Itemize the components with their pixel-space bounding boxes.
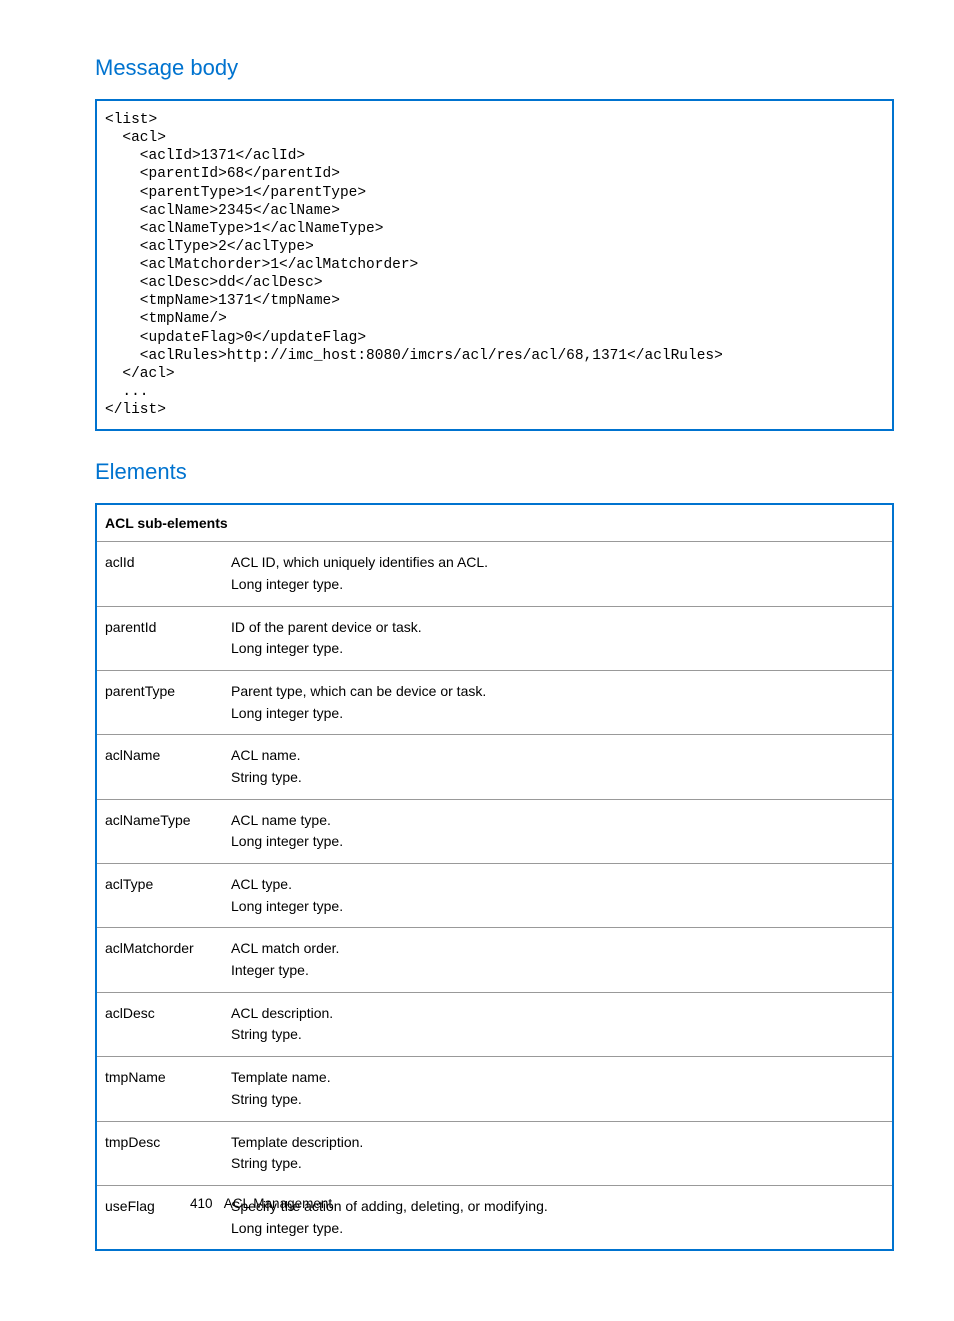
page: Message body <list> <acl> <aclId>1371</a…: [95, 55, 894, 1251]
element-name: parentType: [96, 670, 223, 734]
table-row: aclMatchorder ACL match order.Integer ty…: [96, 928, 893, 992]
element-desc: ACL ID, which uniquely identifies an ACL…: [223, 542, 893, 606]
footer-section: ACL Management: [224, 1196, 332, 1211]
element-name: aclMatchorder: [96, 928, 223, 992]
table-row: aclType ACL type.Long integer type.: [96, 864, 893, 928]
table-row: parentId ID of the parent device or task…: [96, 606, 893, 670]
table-row: parentType Parent type, which can be dev…: [96, 670, 893, 734]
table-body: aclId ACL ID, which uniquely identifies …: [96, 542, 893, 1251]
table-row: useFlag Specify the action of adding, de…: [96, 1185, 893, 1250]
element-desc: ACL type.Long integer type.: [223, 864, 893, 928]
table-row: tmpDesc Template description.String type…: [96, 1121, 893, 1185]
table-header: ACL sub-elements: [96, 504, 893, 542]
heading-elements: Elements: [95, 459, 894, 485]
element-name: parentId: [96, 606, 223, 670]
table-row: aclNameType ACL name type.Long integer t…: [96, 799, 893, 863]
element-name: aclDesc: [96, 992, 223, 1056]
element-name: aclType: [96, 864, 223, 928]
element-desc: Template name.String type.: [223, 1057, 893, 1121]
table-row: aclDesc ACL description.String type.: [96, 992, 893, 1056]
code-block: <list> <acl> <aclId>1371</aclId> <parent…: [95, 99, 894, 431]
element-name: useFlag: [96, 1185, 223, 1250]
elements-table: ACL sub-elements aclId ACL ID, which uni…: [95, 503, 894, 1251]
element-desc: Specify the action of adding, deleting, …: [223, 1185, 893, 1250]
element-desc: Parent type, which can be device or task…: [223, 670, 893, 734]
table-row: aclId ACL ID, which uniquely identifies …: [96, 542, 893, 606]
table-row: aclName ACL name.String type.: [96, 735, 893, 799]
element-name: aclId: [96, 542, 223, 606]
element-desc: ACL description.String type.: [223, 992, 893, 1056]
page-number: 410: [190, 1196, 213, 1211]
element-name: aclNameType: [96, 799, 223, 863]
table-row: tmpName Template name.String type.: [96, 1057, 893, 1121]
element-name: tmpName: [96, 1057, 223, 1121]
element-desc: ACL name type.Long integer type.: [223, 799, 893, 863]
element-desc: ACL match order.Integer type.: [223, 928, 893, 992]
element-desc: ID of the parent device or task.Long int…: [223, 606, 893, 670]
element-desc: Template description.String type.: [223, 1121, 893, 1185]
page-footer: 410 ACL Management: [190, 1196, 332, 1211]
element-desc: ACL name.String type.: [223, 735, 893, 799]
heading-message-body: Message body: [95, 55, 894, 81]
element-name: tmpDesc: [96, 1121, 223, 1185]
element-name: aclName: [96, 735, 223, 799]
